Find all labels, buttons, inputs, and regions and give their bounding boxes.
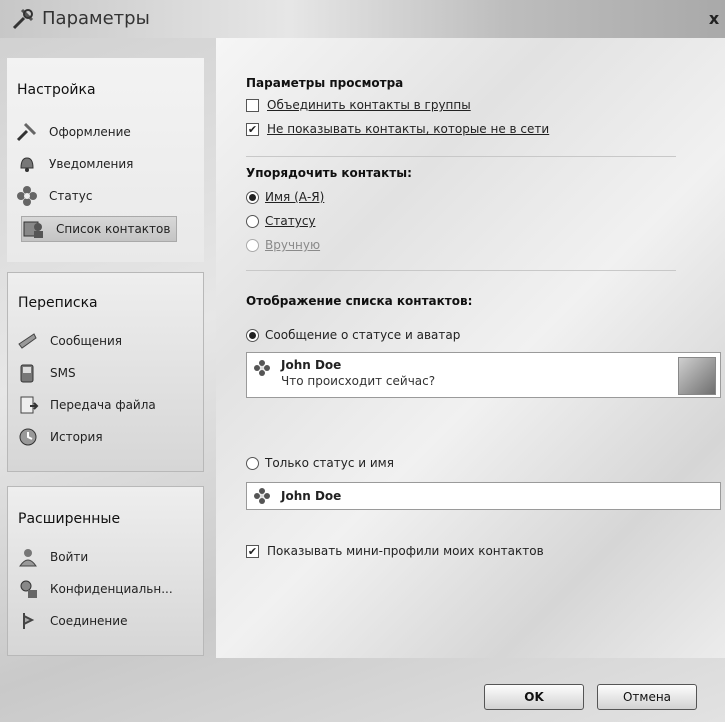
view-options-title: Параметры просмотра — [246, 76, 404, 90]
sidebar-item-notifications[interactable]: Уведомления — [15, 152, 133, 176]
separator — [246, 270, 676, 271]
radio-selected[interactable] — [246, 328, 259, 342]
group-title-advanced: Расширенные — [18, 511, 121, 527]
contacts-icon — [23, 221, 43, 238]
sidebar-item-connection[interactable]: Соединение — [16, 609, 127, 633]
radio-unselected[interactable] — [246, 214, 259, 228]
file-transfer-icon — [20, 396, 39, 414]
settings-group: Настройка Оформление Уведомления Статус … — [7, 58, 204, 262]
sidebar-item-label: SMS — [50, 366, 76, 380]
sidebar-item-label: Сообщения — [50, 334, 123, 348]
hide-offline-label: Не показывать контакты, которые не в сет… — [267, 122, 550, 136]
flower-status-icon — [254, 360, 270, 376]
messaging-group: Переписка Сообщения SMS Передача файла И… — [7, 272, 204, 472]
sidebar-item-label: Статус — [49, 189, 93, 203]
tools-icon — [16, 122, 37, 142]
window-title: Параметры — [42, 8, 150, 29]
sidebar-item-privacy[interactable]: Конфиденциальн... — [16, 577, 173, 601]
privacy-icon — [20, 580, 37, 598]
sidebar-item-login[interactable]: Войти — [16, 545, 88, 569]
sort-status-radio[interactable]: Статусу — [246, 214, 316, 228]
sidebar-item-label: История — [50, 430, 103, 444]
sort-manual-label: Вручную — [265, 238, 321, 252]
sidebar-item-label: Соединение — [50, 614, 128, 628]
sidebar-item-contact-list[interactable]: Список контактов — [21, 216, 178, 242]
check-icon[interactable]: ✔ — [246, 544, 259, 558]
sidebar-item-label: Передача файла — [50, 398, 156, 412]
sidebar-item-label: Уведомления — [49, 157, 134, 171]
contact-status-message: Что происходит сейчас? — [281, 374, 436, 388]
message-icon — [18, 333, 37, 349]
hide-offline-checkbox[interactable]: ✔ Не показывать контакты, которые не в с… — [246, 122, 549, 136]
sms-icon — [20, 364, 34, 383]
sidebar-item-status[interactable]: Статус — [15, 184, 92, 208]
contact-preview-compact: John Doe — [246, 482, 721, 510]
display-title: Отображение списка контактов: — [246, 294, 473, 308]
ok-button[interactable]: OK — [484, 684, 584, 710]
check-icon[interactable]: ✔ — [246, 122, 259, 136]
group-title-messaging: Переписка — [18, 295, 98, 311]
connection-icon — [23, 613, 35, 629]
group-contacts-label: Объединить контакты в группы — [267, 98, 471, 112]
sort-manual-radio: Вручную — [246, 238, 320, 252]
sort-status-label: Статусу — [265, 214, 316, 228]
sidebar-item-file-transfer[interactable]: Передача файла — [16, 393, 156, 417]
sidebar-item-label: Конфиденциальн... — [50, 582, 173, 596]
history-icon — [19, 428, 37, 446]
display-full-label: Сообщение о статусе и аватар — [265, 328, 461, 342]
sort-title: Упорядочить контакты: — [246, 166, 412, 180]
radio-disabled — [246, 238, 259, 252]
sidebar-item-messages[interactable]: Сообщения — [16, 329, 122, 353]
bell-icon — [20, 157, 34, 172]
separator — [246, 156, 676, 157]
checkbox-unchecked[interactable] — [246, 98, 259, 112]
flower-status-icon — [17, 186, 37, 206]
mini-profiles-label: Показывать мини-профили моих контактов — [267, 544, 544, 558]
sidebar-item-label: Оформление — [49, 125, 131, 139]
sidebar-item-appearance[interactable]: Оформление — [15, 120, 131, 144]
advanced-group: Расширенные Войти Конфиденциальн... Соед… — [7, 486, 204, 656]
sort-name-radio[interactable]: Имя (А-Я) — [246, 190, 324, 204]
settings-window: Параметры x Настройка Оформление Уведомл… — [0, 0, 725, 722]
sidebar-item-label: Войти — [50, 550, 89, 564]
close-button[interactable]: x — [705, 8, 723, 30]
cancel-button[interactable]: Отмена — [597, 684, 697, 710]
radio-unselected[interactable] — [246, 456, 259, 470]
contact-name: John Doe — [281, 489, 342, 503]
contact-preview-full: John Doe Что происходит сейчас? — [246, 352, 721, 398]
display-compact-label: Только статус и имя — [265, 456, 394, 470]
mini-profiles-checkbox[interactable]: ✔ Показывать мини-профили моих контактов — [246, 544, 544, 558]
display-compact-radio[interactable]: Только статус и имя — [246, 456, 394, 470]
group-title-settings: Настройка — [17, 82, 96, 98]
avatar — [678, 357, 716, 395]
sidebar-item-sms[interactable]: SMS — [16, 361, 76, 385]
sidebar-item-label: Список контактов — [56, 222, 171, 236]
settings-content: Параметры просмотра Объединить контакты … — [216, 38, 725, 658]
contact-name: John Doe — [281, 358, 342, 372]
sort-name-label: Имя (А-Я) — [265, 190, 325, 204]
sidebar-item-history[interactable]: История — [16, 425, 103, 449]
display-full-radio[interactable]: Сообщение о статусе и аватар — [246, 328, 460, 342]
login-icon — [19, 549, 37, 567]
radio-selected[interactable] — [246, 190, 259, 204]
flower-status-icon — [254, 488, 270, 504]
tools-icon — [12, 8, 34, 30]
title-bar: Параметры x — [0, 0, 725, 38]
group-contacts-checkbox[interactable]: Объединить контакты в группы — [246, 98, 471, 112]
